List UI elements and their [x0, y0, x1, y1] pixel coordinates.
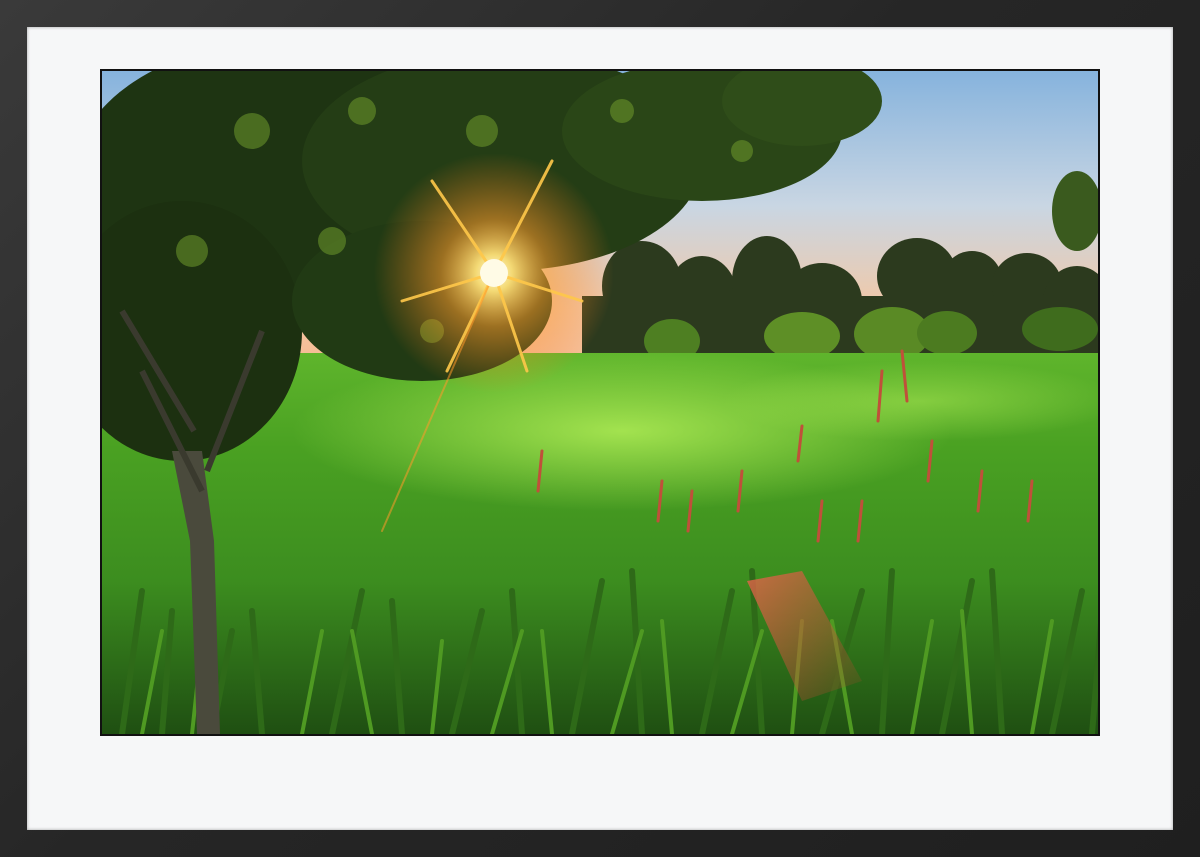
sun	[480, 259, 508, 287]
photograph	[102, 71, 1098, 734]
picture-frame	[0, 0, 1200, 857]
sunset-meadow-scene	[102, 71, 1098, 734]
